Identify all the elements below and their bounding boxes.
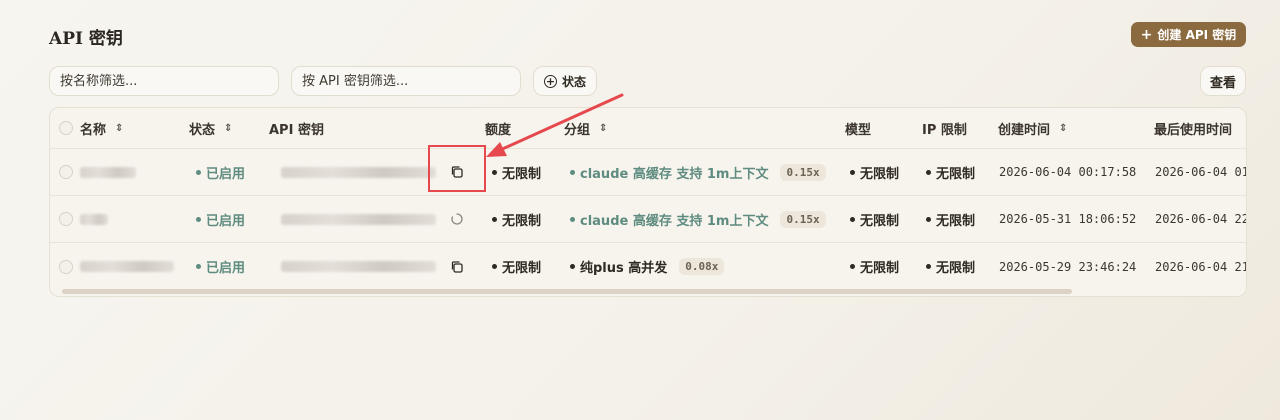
header-group[interactable]: 分组 ⇕: [564, 108, 607, 148]
redacted-key: [281, 261, 436, 272]
redacted-name: [80, 166, 136, 178]
last-used-time: 2026-06-04 21: [1155, 259, 1247, 274]
status-filter-button[interactable]: + 状态: [533, 66, 597, 96]
group-value: 纯plus 高并发 0.08x: [570, 243, 725, 290]
group-value: claude 高缓存 支持 1m上下文 0.15x: [570, 196, 826, 242]
multiplier-badge: 0.08x: [679, 258, 725, 275]
horizontal-scrollbar[interactable]: [62, 289, 1072, 294]
created-time: 2026-05-29 23:46:24: [999, 259, 1137, 274]
copy-icon[interactable]: [450, 260, 464, 274]
header-last-used: 最后使用时间: [1154, 122, 1233, 138]
header-created[interactable]: 创建时间 ⇕: [998, 108, 1067, 148]
select-all-checkbox[interactable]: [59, 121, 73, 135]
header-model: 模型: [845, 122, 872, 138]
redacted-name: [80, 261, 174, 272]
table-header-row: 名称 ⇕ 状态 ⇕ API 密钥 额度 分组 ⇕ 模型 IP 限制 创建时间 ⇕ 最后使…: [50, 108, 1246, 149]
redacted-key: [281, 166, 436, 178]
name-filter-input[interactable]: [49, 66, 279, 96]
status-badge: 已启用: [196, 243, 245, 290]
status-badge: 已启用: [196, 149, 245, 195]
model-value: 无限制: [850, 196, 899, 242]
multiplier-badge: 0.15x: [780, 163, 826, 181]
plus-circle-icon: +: [543, 74, 557, 88]
last-used-time: 2026-06-04 22: [1155, 212, 1247, 226]
quota-value: 无限制: [492, 196, 541, 242]
create-api-key-button[interactable]: + 创建 API 密钥: [1131, 22, 1246, 47]
table-row: 已启用 无限制 claude 高缓存 支持 1m上下文 0.15x 无限制 无限制…: [50, 149, 1247, 196]
multiplier-badge: 0.15x: [780, 210, 826, 228]
redacted-name: [80, 213, 108, 225]
row-checkbox[interactable]: [59, 259, 73, 274]
table-row: 已启用 无限制 纯plus 高并发 0.08x 无限制 无限制 2026-05-2…: [50, 243, 1247, 290]
api-key-table: 名称 ⇕ 状态 ⇕ API 密钥 额度 分组 ⇕ 模型 IP 限制 创建时间 ⇕ 最后使…: [49, 107, 1247, 297]
table-row: 已启用 无限制 claude 高缓存 支持 1m上下文 0.15x 无限制 无限制…: [50, 196, 1247, 243]
view-button[interactable]: 查看: [1200, 66, 1246, 96]
created-time: 2026-05-31 18:06:52: [999, 212, 1137, 226]
created-time: 2026-06-04 00:17:58: [999, 165, 1137, 179]
header-api-key: API 密钥: [269, 122, 324, 138]
copy-icon[interactable]: [450, 165, 464, 179]
header-status[interactable]: 状态 ⇕: [189, 108, 232, 148]
status-badge: 已启用: [196, 196, 245, 242]
ip-value: 无限制: [926, 243, 975, 290]
sort-icon: ⇕: [1059, 122, 1068, 134]
quota-value: 无限制: [492, 149, 541, 195]
sort-icon: ⇕: [115, 122, 124, 134]
row-checkbox[interactable]: [59, 165, 73, 179]
create-api-key-label: 创建 API 密钥: [1157, 28, 1237, 42]
loading-icon: [451, 213, 463, 225]
page-title: API 密钥: [49, 29, 123, 49]
sort-icon: ⇕: [224, 122, 233, 134]
redacted-key: [281, 213, 436, 225]
quota-value: 无限制: [492, 243, 541, 290]
model-value: 无限制: [850, 149, 899, 195]
row-checkbox[interactable]: [59, 212, 73, 226]
plus-icon: +: [1140, 26, 1153, 43]
model-value: 无限制: [850, 243, 899, 290]
header-name[interactable]: 名称 ⇕: [80, 108, 123, 148]
sort-icon: ⇕: [599, 122, 608, 134]
header-ip: IP 限制: [922, 122, 967, 138]
header-quota: 额度: [485, 122, 512, 138]
ip-value: 无限制: [926, 149, 975, 195]
group-value: claude 高缓存 支持 1m上下文 0.15x: [570, 149, 826, 195]
key-filter-input[interactable]: [291, 66, 521, 96]
ip-value: 无限制: [926, 196, 975, 242]
last-used-time: 2026-06-04 01: [1155, 165, 1247, 179]
status-filter-label: 状态: [561, 74, 586, 89]
